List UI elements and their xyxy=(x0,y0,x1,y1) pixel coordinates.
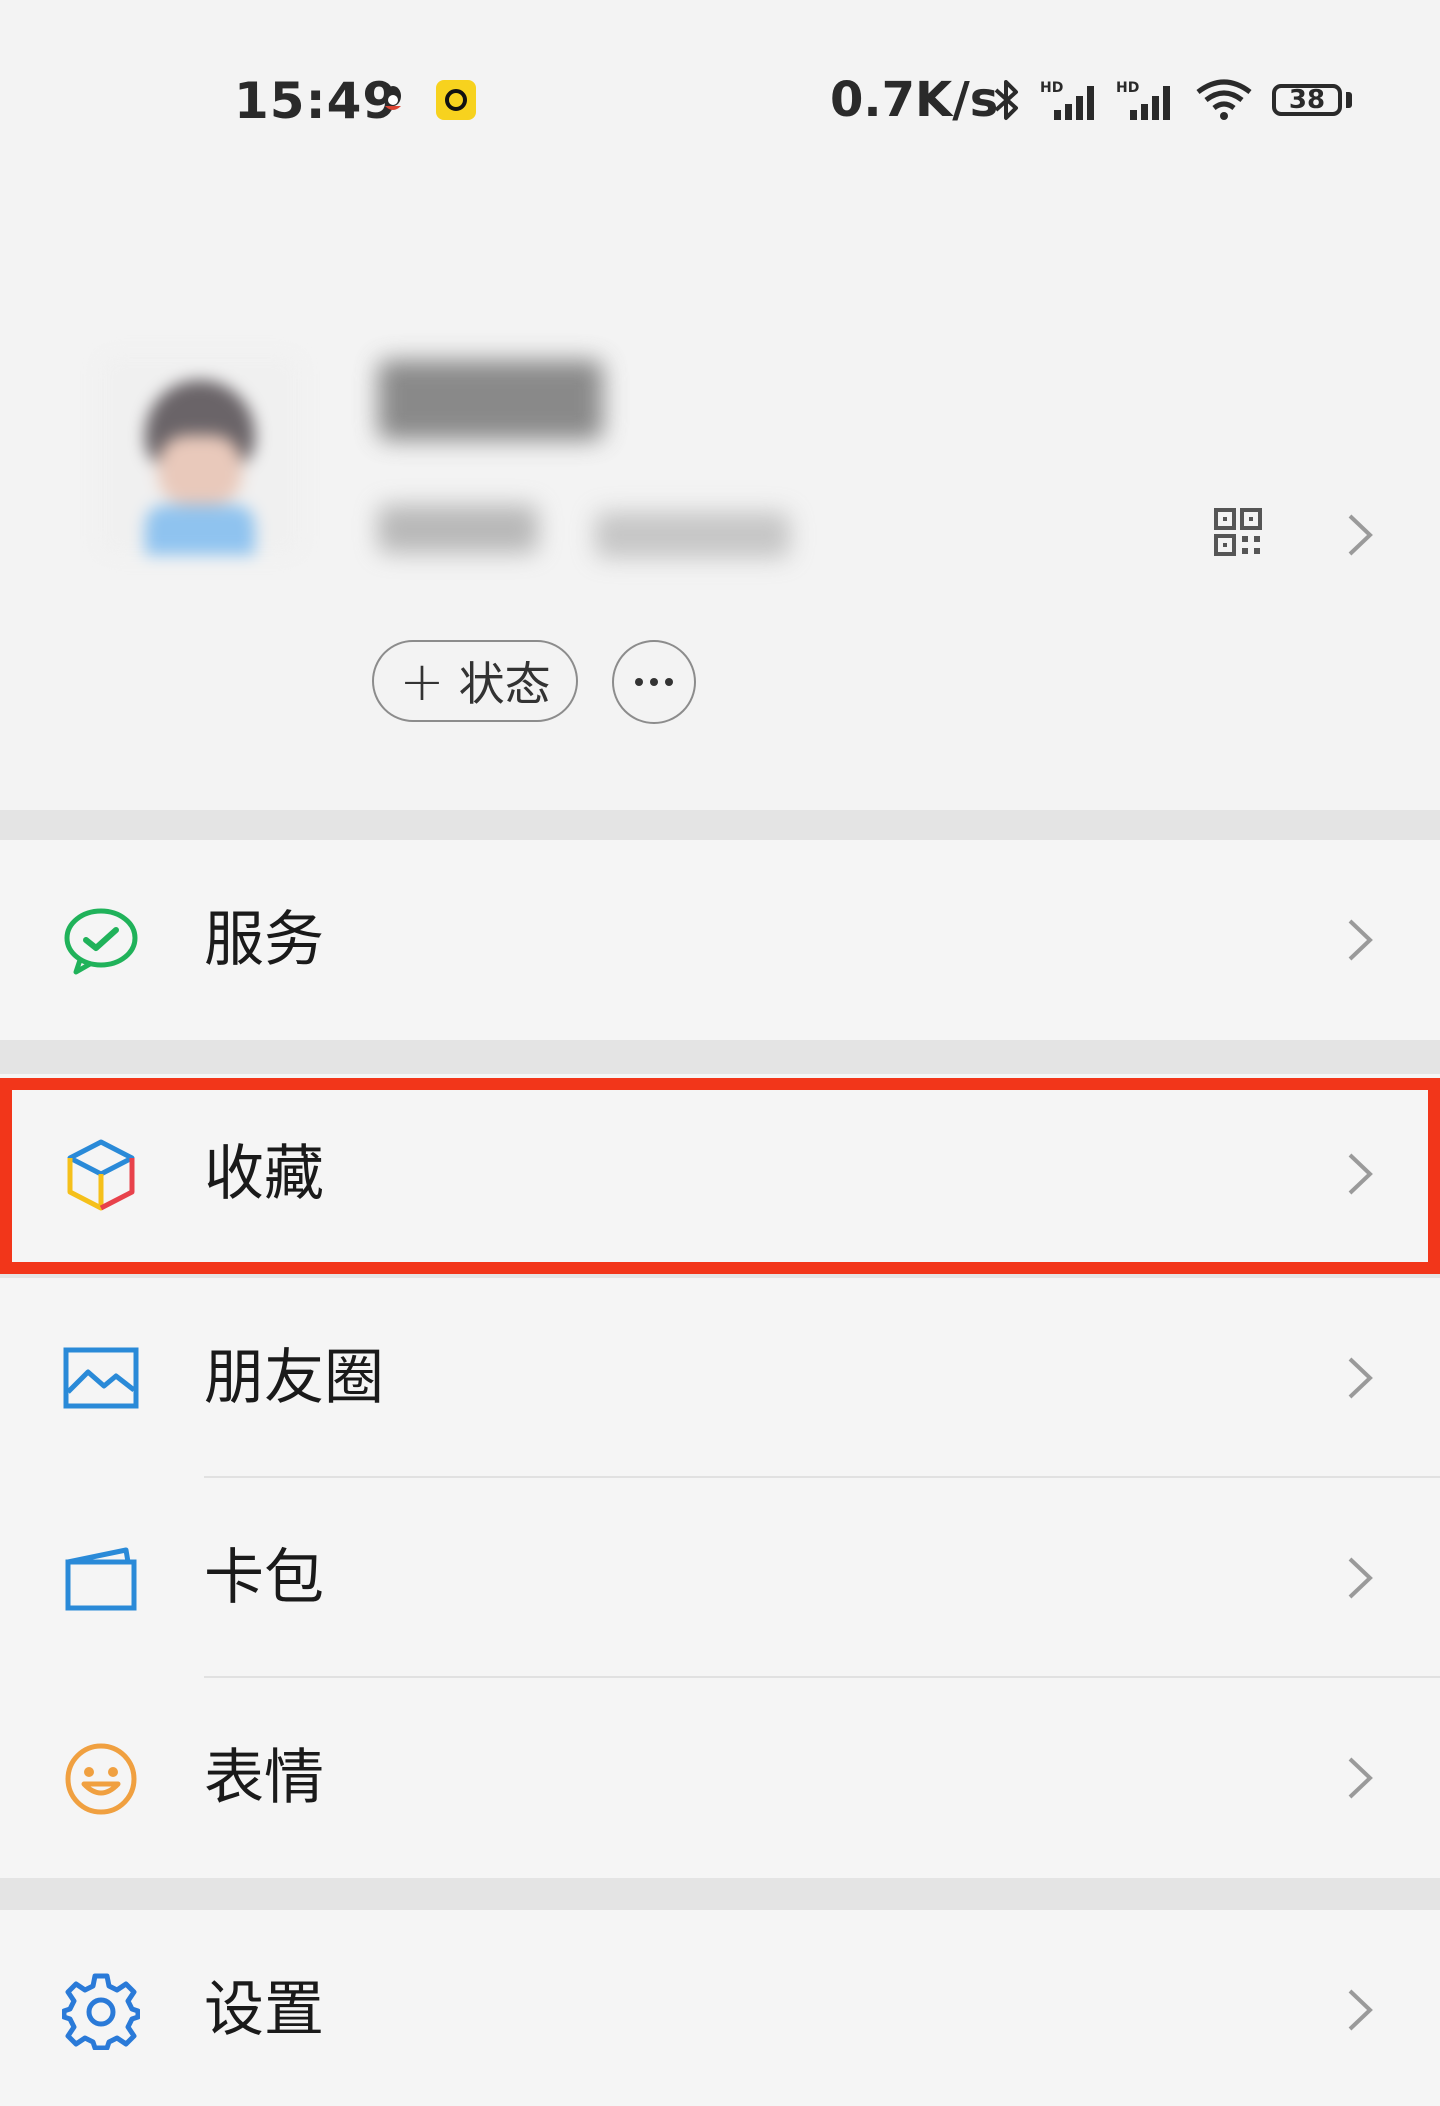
menu-item-services[interactable]: 服务 xyxy=(0,840,1440,1040)
services-label: 服务 xyxy=(204,905,324,975)
wifi-icon xyxy=(1196,79,1252,120)
battery-tip xyxy=(1346,92,1352,108)
smiley-icon xyxy=(65,1743,137,1815)
chevron-right-icon xyxy=(1348,1357,1373,1399)
section-gap xyxy=(0,810,1440,840)
nickname-blurred xyxy=(378,360,603,440)
section-gap xyxy=(0,1878,1440,1910)
menu-item-moments[interactable]: 朋友圈 xyxy=(0,1278,1440,1478)
menu-item-stickers[interactable]: 表情 xyxy=(0,1678,1440,1878)
add-status-label: 状态 xyxy=(458,657,551,711)
section-gap xyxy=(0,1040,1440,1074)
signal-hd-icon: HD xyxy=(1040,80,1094,120)
menu-item-settings[interactable]: 设置 xyxy=(0,1910,1440,2106)
svg-text:HD: HD xyxy=(1040,80,1063,96)
more-button[interactable] xyxy=(612,640,696,724)
signal-hd-icon: HD xyxy=(1116,80,1170,120)
favorites-label: 收藏 xyxy=(204,1139,324,1209)
menu-item-cards[interactable]: 卡包 xyxy=(0,1478,1440,1678)
app-badge-icon xyxy=(436,80,476,120)
avatar[interactable] xyxy=(100,355,300,555)
qq-icon xyxy=(385,86,401,110)
menu-item-favorites[interactable]: 收藏 xyxy=(0,1074,1440,1274)
bluetooth-icon xyxy=(994,80,1018,120)
chevron-right-icon xyxy=(1348,1557,1373,1599)
status-time: 15:49 xyxy=(234,72,399,130)
moments-icon xyxy=(63,1347,139,1409)
me-page: 15:49 0.7K/s HD HD 38 + 状态 服务 收藏 朋友圈 卡包 … xyxy=(0,0,1440,2106)
stickers-label: 表情 xyxy=(204,1743,324,1813)
svg-text:HD: HD xyxy=(1116,80,1139,96)
wechat-id-value-blurred xyxy=(595,512,790,558)
network-speed: 0.7K/s xyxy=(830,72,999,128)
card-wallet-icon xyxy=(65,1547,137,1611)
chevron-right-icon xyxy=(1348,1989,1373,2031)
chevron-right-icon xyxy=(1348,919,1373,961)
profile-header[interactable]: + 状态 xyxy=(0,200,1440,810)
favorites-cube-icon xyxy=(67,1139,135,1211)
settings-label: 设置 xyxy=(204,1975,324,2045)
moments-label: 朋友圈 xyxy=(204,1343,384,1413)
services-icon xyxy=(64,908,138,975)
plus-icon: + xyxy=(399,649,445,713)
status-bar: 15:49 0.7K/s HD HD 38 xyxy=(0,0,1440,200)
chevron-right-icon xyxy=(1348,1757,1373,1799)
chevron-right-icon xyxy=(1348,1153,1373,1195)
settings-gear-icon xyxy=(62,1973,140,2050)
qr-code-icon[interactable] xyxy=(1214,508,1262,556)
wechat-id-blurred xyxy=(378,505,538,553)
battery-icon: 38 xyxy=(1272,84,1342,116)
profile-chevron-icon[interactable] xyxy=(1346,512,1374,558)
cards-label: 卡包 xyxy=(204,1543,324,1613)
add-status-button[interactable]: + 状态 xyxy=(372,640,578,722)
